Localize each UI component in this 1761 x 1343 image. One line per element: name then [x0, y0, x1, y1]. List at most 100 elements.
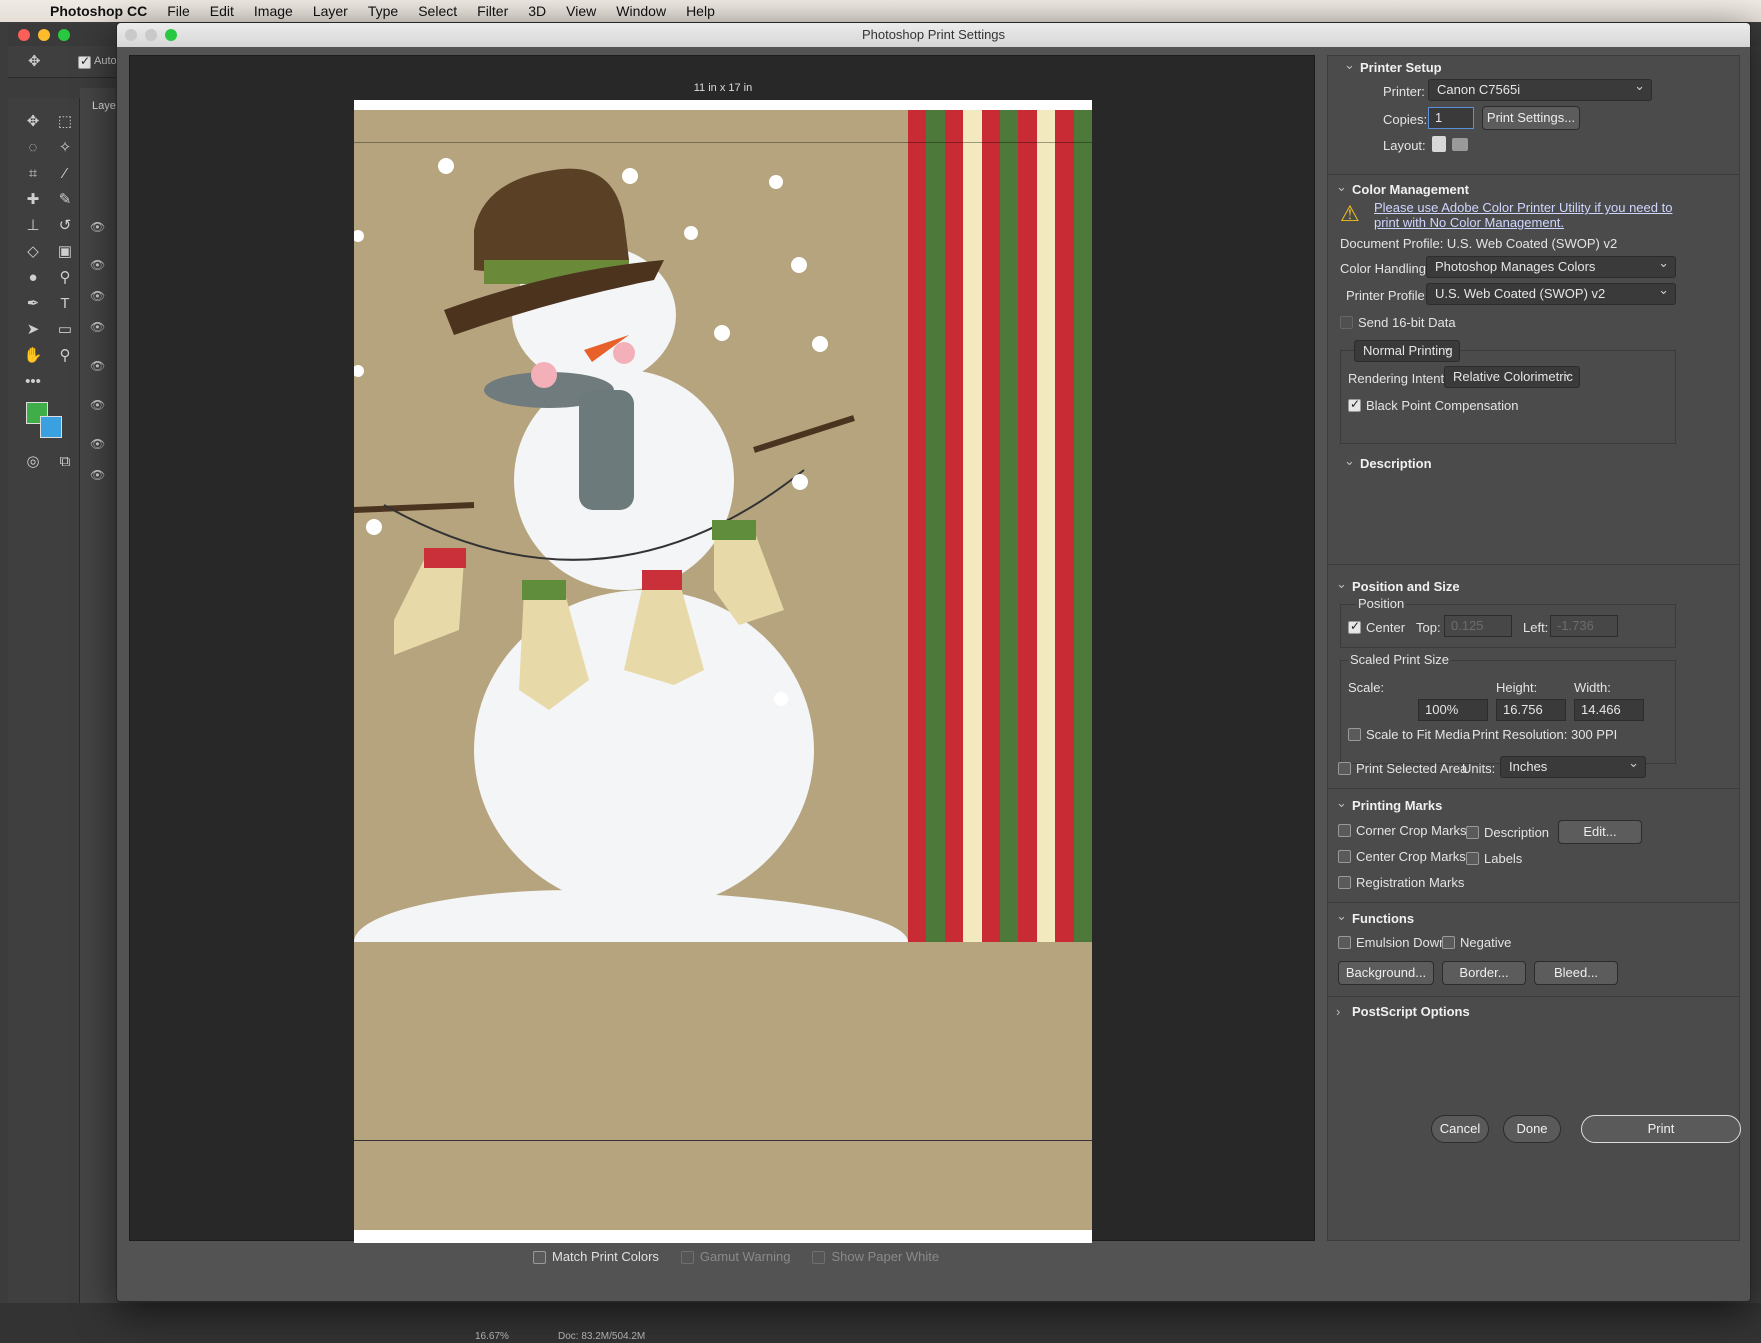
menu-3d[interactable]: 3D — [528, 3, 546, 19]
postscript-options-header[interactable]: PostScript Options — [1336, 1004, 1470, 1019]
functions-header[interactable]: Functions — [1336, 911, 1414, 927]
units-label: Units: — [1462, 761, 1496, 776]
blur-tool-icon[interactable]: ● — [20, 266, 46, 288]
stamp-tool-icon[interactable]: ⊥ — [20, 214, 46, 236]
width-label: Width: — [1574, 680, 1611, 695]
menu-help[interactable]: Help — [686, 3, 715, 19]
zoom-window-icon[interactable] — [58, 29, 70, 41]
layer-visibility-icon[interactable]: 👁 — [90, 359, 106, 373]
border-button[interactable]: Border... — [1442, 961, 1526, 985]
layer-visibility-icon[interactable]: 👁 — [90, 289, 106, 303]
auto-select-checkbox[interactable] — [78, 54, 91, 69]
description-header[interactable]: Description — [1344, 456, 1432, 472]
print-selected-area-checkbox[interactable] — [1338, 762, 1351, 775]
eyedropper-icon[interactable]: ⁄ — [52, 162, 78, 184]
hand-tool-icon[interactable]: ✋ — [20, 344, 46, 366]
menu-edit[interactable]: Edit — [210, 3, 234, 19]
close-window-icon[interactable] — [18, 29, 30, 41]
bleed-button[interactable]: Bleed... — [1534, 961, 1618, 985]
color-utility-warning-link[interactable]: Please use Adobe Color Printer Utility i… — [1374, 200, 1674, 230]
scale-field[interactable]: 100% — [1418, 699, 1488, 721]
layer-visibility-icon[interactable]: 👁 — [90, 320, 106, 334]
print-settings-button[interactable]: Print Settings... — [1482, 106, 1580, 130]
dialog-zoom-icon[interactable] — [165, 29, 177, 41]
width-field[interactable]: 14.466 — [1574, 699, 1644, 721]
type-tool-icon[interactable]: T — [52, 292, 78, 314]
match-print-colors-checkbox[interactable] — [533, 1251, 546, 1265]
registration-marks-checkbox[interactable] — [1338, 876, 1351, 889]
zoom-level: 16.67% — [475, 1331, 509, 1342]
dialog-close-icon[interactable] — [125, 29, 137, 41]
menu-select[interactable]: Select — [418, 3, 457, 19]
done-button[interactable]: Done — [1503, 1115, 1561, 1143]
menu-layer[interactable]: Layer — [313, 3, 348, 19]
menu-app-name[interactable]: Photoshop CC — [50, 3, 147, 19]
layer-visibility-icon[interactable]: 👁 — [90, 468, 106, 482]
eraser-tool-icon[interactable]: ◇ — [20, 240, 46, 262]
black-point-checkbox[interactable] — [1348, 397, 1361, 412]
marquee-tool-icon[interactable]: ⬚ — [52, 110, 78, 132]
stripe — [1018, 110, 1037, 942]
brush-tool-icon[interactable]: ✎ — [52, 188, 78, 210]
menu-image[interactable]: Image — [254, 3, 293, 19]
height-field[interactable]: 16.756 — [1496, 699, 1566, 721]
layer-visibility-icon[interactable]: 👁 — [90, 437, 106, 451]
left-field: -1.736 — [1550, 615, 1618, 637]
menu-window[interactable]: Window — [616, 3, 666, 19]
printer-select[interactable]: Canon C7565i — [1428, 76, 1652, 101]
print-button[interactable]: Print — [1581, 1115, 1741, 1143]
color-management-header[interactable]: Color Management — [1336, 182, 1469, 198]
edit-button[interactable]: Edit... — [1558, 820, 1642, 844]
units-select[interactable]: Inches — [1500, 753, 1646, 778]
landscape-layout-icon[interactable] — [1452, 138, 1468, 151]
history-brush-icon[interactable]: ↺ — [52, 214, 78, 236]
menu-view[interactable]: View — [566, 3, 596, 19]
magic-wand-icon[interactable]: ✧ — [52, 136, 78, 158]
labels-checkbox[interactable] — [1466, 852, 1479, 865]
rectangle-tool-icon[interactable]: ▭ — [52, 318, 78, 340]
screen-mode-icon[interactable]: ⧉ — [52, 450, 78, 472]
background-color-swatch[interactable] — [40, 416, 62, 438]
minimize-window-icon[interactable] — [38, 29, 50, 41]
gradient-tool-icon[interactable]: ▣ — [52, 240, 78, 262]
description-mark-checkbox[interactable] — [1466, 826, 1479, 839]
gamut-warning-option: Gamut Warning — [680, 1249, 790, 1265]
cancel-button[interactable]: Cancel — [1431, 1115, 1489, 1143]
menu-type[interactable]: Type — [368, 3, 398, 19]
copies-field[interactable]: 1 — [1428, 107, 1474, 129]
move-tool-icon[interactable]: ✥ — [28, 52, 41, 70]
scale-to-fit-checkbox[interactable] — [1348, 728, 1361, 741]
normal-printing-select[interactable]: Normal Printing — [1354, 337, 1460, 362]
background-button[interactable]: Background... — [1338, 961, 1434, 985]
menu-file[interactable]: File — [167, 3, 190, 19]
path-select-icon[interactable]: ➤ — [20, 318, 46, 340]
position-size-header[interactable]: Position and Size — [1336, 579, 1460, 595]
zoom-tool-icon[interactable]: ⚲ — [52, 344, 78, 366]
print-selected-area-label: Print Selected Area — [1356, 761, 1468, 776]
menu-filter[interactable]: Filter — [477, 3, 508, 19]
negative-checkbox[interactable] — [1442, 936, 1455, 949]
menu-bar: Photoshop CC File Edit Image Layer Type … — [0, 0, 1761, 22]
more-tools-icon[interactable]: ••• — [20, 370, 46, 392]
printing-marks-header[interactable]: Printing Marks — [1336, 798, 1442, 814]
lasso-tool-icon[interactable]: ◌ — [20, 136, 46, 158]
layer-visibility-icon[interactable]: 👁 — [90, 258, 106, 272]
layer-visibility-icon[interactable]: 👁 — [90, 398, 106, 412]
portrait-layout-icon[interactable] — [1432, 136, 1446, 152]
pen-tool-icon[interactable]: ✒ — [20, 292, 46, 314]
color-handling-select[interactable]: Photoshop Manages Colors — [1426, 253, 1676, 278]
rendering-intent-select[interactable]: Relative Colorimetric — [1444, 363, 1580, 388]
center-checkbox[interactable] — [1348, 619, 1361, 634]
crop-tool-icon[interactable]: ⌗ — [20, 162, 46, 184]
corner-crop-marks-checkbox[interactable] — [1338, 824, 1351, 837]
match-print-colors-option[interactable]: Match Print Colors — [533, 1249, 659, 1265]
registration-marks-label: Registration Marks — [1356, 875, 1465, 890]
printer-profile-select[interactable]: U.S. Web Coated (SWOP) v2 — [1426, 280, 1676, 305]
center-crop-marks-checkbox[interactable] — [1338, 850, 1351, 863]
quick-mask-icon[interactable]: ◎ — [20, 450, 46, 472]
emulsion-down-checkbox[interactable] — [1338, 936, 1351, 949]
layer-visibility-icon[interactable]: 👁 — [90, 220, 106, 234]
move-tool-icon[interactable]: ✥ — [20, 110, 46, 132]
dodge-tool-icon[interactable]: ⚲ — [52, 266, 78, 288]
healing-brush-icon[interactable]: ✚ — [20, 188, 46, 210]
